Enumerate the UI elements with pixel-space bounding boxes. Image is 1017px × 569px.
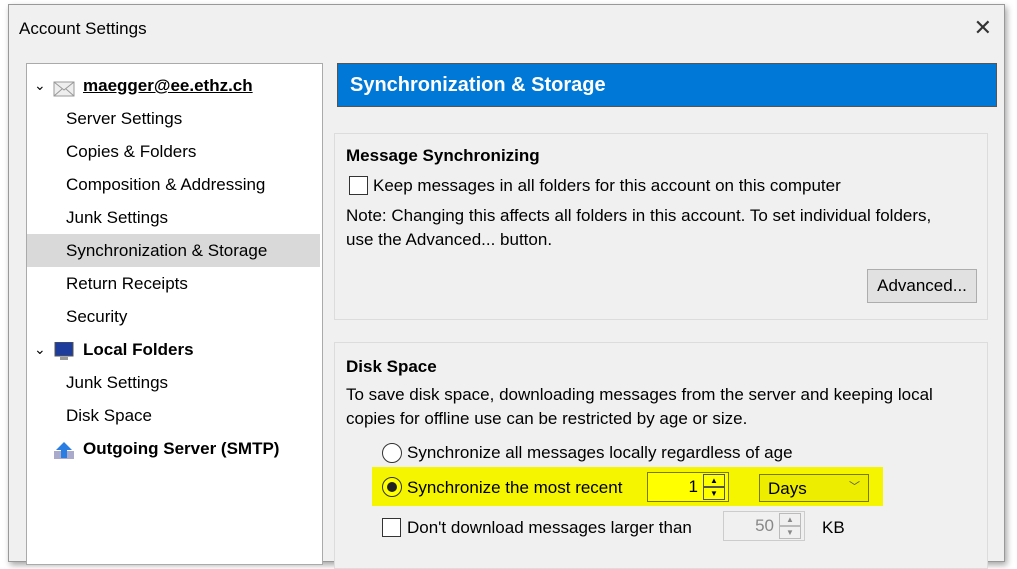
keep-messages-checkbox[interactable] xyxy=(349,176,368,195)
recent-value: 1 xyxy=(688,477,698,496)
account-tree: ⌄ maegger@ee.ethz.ch Server Settings Copies… xyxy=(26,63,323,565)
spin-up-icon[interactable]: ▲ xyxy=(779,513,801,526)
message-synchronizing-group: Message Synchronizing Keep messages in a… xyxy=(334,133,988,320)
tree-account-8[interactable]: ⌄ Local Folders xyxy=(27,333,320,366)
note-text: use the Advanced... button. xyxy=(346,230,553,249)
keep-messages-label: Keep messages in all folders for this ac… xyxy=(373,176,841,195)
account-settings-window: Account Settings ✕ ⌄ maegger@ee.ethz.ch Se… xyxy=(8,4,1005,569)
tree-item-label: Return Receipts xyxy=(66,274,188,293)
tree-account-0[interactable]: ⌄ maegger@ee.ethz.ch xyxy=(27,69,320,102)
recent-value-spinner[interactable]: 1 ▲ ▼ xyxy=(647,472,729,502)
page-title: Synchronization & Storage xyxy=(337,63,997,107)
tree-item-label: Junk Settings xyxy=(66,373,169,392)
tree-item[interactable]: Junk Settings xyxy=(27,366,320,399)
size-limit-checkbox[interactable] xyxy=(382,518,401,537)
tree-item-label: Security xyxy=(66,307,128,326)
sync-recent-label: Synchronize the most recent xyxy=(407,478,623,497)
tree-item[interactable]: Composition & Addressing xyxy=(27,168,320,201)
sync-recent-radio[interactable] xyxy=(382,477,402,497)
upload-server-icon xyxy=(53,439,75,459)
recent-unit-select[interactable]: Days ﹀ xyxy=(759,474,869,502)
tree-item-label: Junk Settings xyxy=(66,208,169,227)
close-icon[interactable]: ✕ xyxy=(974,15,992,41)
spin-down-icon[interactable]: ▼ xyxy=(703,487,725,500)
window-title: Account Settings xyxy=(19,19,147,38)
tree-item[interactable]: Disk Space xyxy=(27,399,320,432)
size-value: 50 xyxy=(755,516,774,535)
spin-down-icon[interactable]: ▼ xyxy=(779,526,801,539)
tree-item-label: Copies & Folders xyxy=(66,142,197,161)
tree-item[interactable]: Server Settings xyxy=(27,102,320,135)
envelope-icon xyxy=(53,76,75,97)
disk-description: To save disk space, downloading messages… xyxy=(346,385,933,404)
tree-item-label: Disk Space xyxy=(66,406,152,425)
tree-item-label: maegger@ee.ethz.ch xyxy=(83,76,253,95)
tree-item-label: Outgoing Server (SMTP) xyxy=(83,439,280,458)
chevron-down-icon[interactable]: ⌄ xyxy=(34,333,46,366)
tree-item-label: Server Settings xyxy=(66,109,183,128)
spin-up-icon[interactable]: ▲ xyxy=(703,474,725,487)
tree-item-label: Local Folders xyxy=(83,340,194,359)
tree-item[interactable]: Return Receipts xyxy=(27,267,320,300)
chevron-down-icon[interactable]: ⌄ xyxy=(34,69,46,102)
note-text: Note: Changing this affects all folders … xyxy=(346,206,932,225)
tree-item-label: Composition & Addressing xyxy=(66,175,266,194)
tree-item[interactable]: Junk Settings xyxy=(27,201,320,234)
chevron-down-icon: ﹀ xyxy=(849,481,860,493)
tree-item-label: Synchronization & Storage xyxy=(66,241,268,260)
recent-unit-value: Days xyxy=(768,479,807,498)
group-title: Message Synchronizing xyxy=(346,146,540,165)
tree-item[interactable]: Synchronization & Storage xyxy=(27,234,320,267)
sync-all-radio[interactable] xyxy=(382,443,402,463)
sync-all-label: Synchronize all messages locally regardl… xyxy=(407,443,793,462)
size-unit: KB xyxy=(822,518,845,537)
size-limit-label: Don't download messages larger than xyxy=(407,518,692,537)
tree-item[interactable]: Copies & Folders xyxy=(27,135,320,168)
computer-icon xyxy=(53,340,75,360)
size-value-spinner[interactable]: 50 ▲ ▼ xyxy=(723,511,805,541)
tree-account-11[interactable]: Outgoing Server (SMTP) xyxy=(27,432,320,465)
advanced-button[interactable]: Advanced... xyxy=(867,269,977,303)
tree-item[interactable]: Security xyxy=(27,300,320,333)
disk-description: copies for offline use can be restricted… xyxy=(346,409,748,428)
group-title: Disk Space xyxy=(346,357,437,376)
disk-space-group: Disk Space To save disk space, downloadi… xyxy=(334,342,988,569)
